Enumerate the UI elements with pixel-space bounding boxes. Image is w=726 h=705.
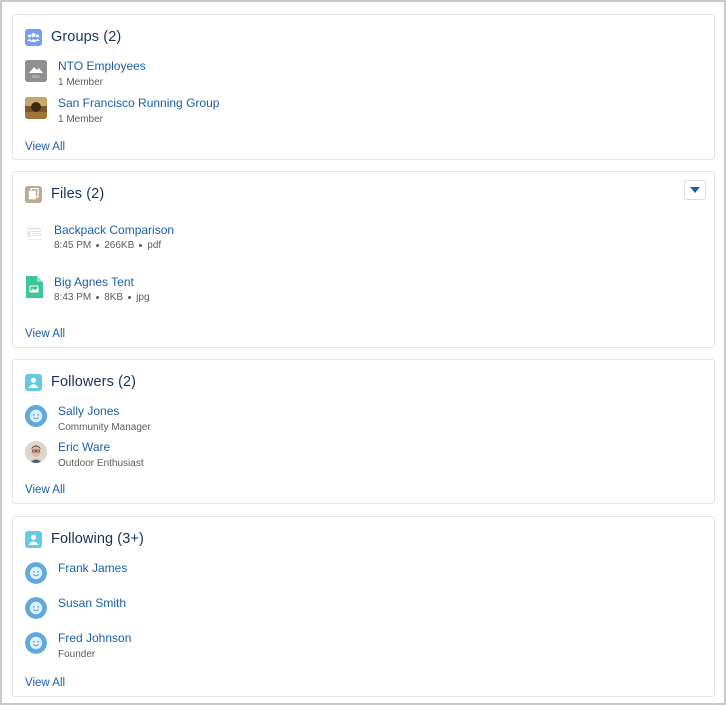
following-item[interactable]: Frank James (25, 561, 127, 584)
groups-view-all-link[interactable]: View All (25, 141, 65, 153)
group-name-link[interactable]: San Francisco Running Group (58, 96, 219, 111)
file-meta: 8:43 PM 8KB jpg (54, 292, 150, 303)
group-item[interactable]: NTO NTO Employees 1 Member (25, 59, 146, 90)
separator-dot (96, 244, 100, 247)
page-frame: Groups (2) NTO NTO Employees 1 Member Sa… (0, 0, 726, 705)
followers-card: Followers (2) Sally Jones Community Mana… (12, 359, 715, 504)
following-header: Following (3+) (25, 529, 144, 549)
following-name-link[interactable]: Susan Smith (58, 596, 126, 611)
follower-role: Community Manager (58, 422, 151, 433)
files-title: Files (2) (51, 186, 105, 202)
following-item[interactable]: Fred Johnson Founder (25, 631, 131, 662)
groups-header: Groups (2) (25, 27, 121, 47)
groups-icon (25, 28, 42, 46)
file-type: jpg (136, 292, 150, 303)
user-photo-avatar (25, 441, 47, 463)
nto-logo-icon: NTO (25, 60, 47, 82)
follower-item[interactable]: Sally Jones Community Manager (25, 404, 151, 435)
file-name-link[interactable]: Backpack Comparison (54, 223, 174, 238)
files-view-all-link[interactable]: View All (25, 328, 65, 340)
file-item[interactable]: Backpack Comparison 8:45 PM 266KB pdf (25, 223, 174, 251)
running-group-image (25, 97, 47, 119)
files-menu-button[interactable] (684, 180, 706, 200)
file-item[interactable]: Big Agnes Tent 8:43 PM 8KB jpg (25, 275, 150, 303)
files-card: Files (2) Backpack Comparison 8:45 PM 26… (12, 171, 715, 348)
groups-title: Groups (2) (51, 29, 122, 45)
following-view-all-link[interactable]: View All (25, 677, 65, 689)
separator-dot (139, 244, 143, 247)
groups-card: Groups (2) NTO NTO Employees 1 Member Sa… (12, 14, 715, 160)
followers-header: Followers (2) (25, 372, 136, 392)
group-name-link[interactable]: NTO Employees (58, 59, 146, 74)
group-member-count: 1 Member (58, 77, 104, 88)
following-role: Founder (58, 649, 96, 660)
nto-logo-text: NTO (32, 75, 40, 79)
follower-name-link[interactable]: Eric Ware (58, 440, 144, 455)
files-header: Files (2) (25, 184, 104, 204)
follower-item[interactable]: Eric Ware Outdoor Enthusiast (25, 440, 144, 471)
group-member-count: 1 Member (58, 114, 104, 125)
files-icon (25, 185, 42, 203)
person-icon (25, 373, 42, 391)
separator-dot (128, 296, 132, 299)
file-type: pdf (147, 240, 162, 251)
file-size: 8KB (104, 292, 124, 303)
following-card: Following (3+) Frank James Susan Smith F… (12, 516, 715, 697)
followers-title: Followers (2) (51, 374, 137, 390)
following-title: Following (3+) (51, 531, 144, 547)
chevron-down-icon (690, 187, 700, 193)
image-file-icon (25, 276, 43, 298)
default-avatar-icon (25, 597, 47, 619)
followers-view-all-link[interactable]: View All (25, 484, 65, 496)
file-meta: 8:45 PM 266KB pdf (54, 240, 174, 251)
file-name-link[interactable]: Big Agnes Tent (54, 275, 150, 290)
pdf-file-icon (25, 224, 43, 246)
file-time: 8:45 PM (54, 240, 92, 251)
following-item[interactable]: Susan Smith (25, 596, 126, 619)
default-avatar-icon (25, 405, 47, 427)
separator-dot (96, 296, 100, 299)
default-avatar-icon (25, 562, 47, 584)
following-name-link[interactable]: Fred Johnson (58, 631, 131, 646)
default-avatar-icon (25, 632, 47, 654)
file-time: 8:43 PM (54, 292, 92, 303)
group-item[interactable]: San Francisco Running Group 1 Member (25, 96, 219, 127)
follower-role: Outdoor Enthusiast (58, 458, 144, 469)
person-icon (25, 530, 42, 548)
file-size: 266KB (104, 240, 135, 251)
follower-name-link[interactable]: Sally Jones (58, 404, 151, 419)
following-name-link[interactable]: Frank James (58, 561, 127, 576)
